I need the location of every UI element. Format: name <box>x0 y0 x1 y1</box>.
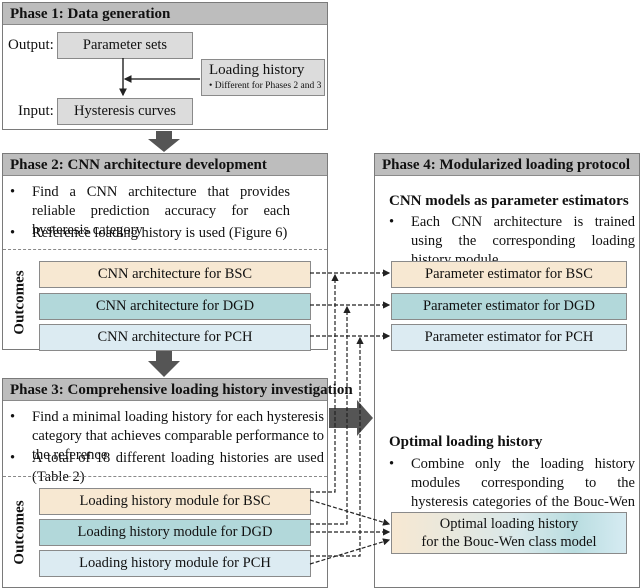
module-bsc-up-connector <box>310 273 339 493</box>
module-pch-optimal-connector <box>309 538 391 565</box>
connectors-layer <box>119 58 391 565</box>
phase1-to-phase2-arrow <box>148 131 180 152</box>
phase2-to-phase3-arrow <box>148 351 180 377</box>
module-bsc-optimal-connector <box>309 499 391 526</box>
